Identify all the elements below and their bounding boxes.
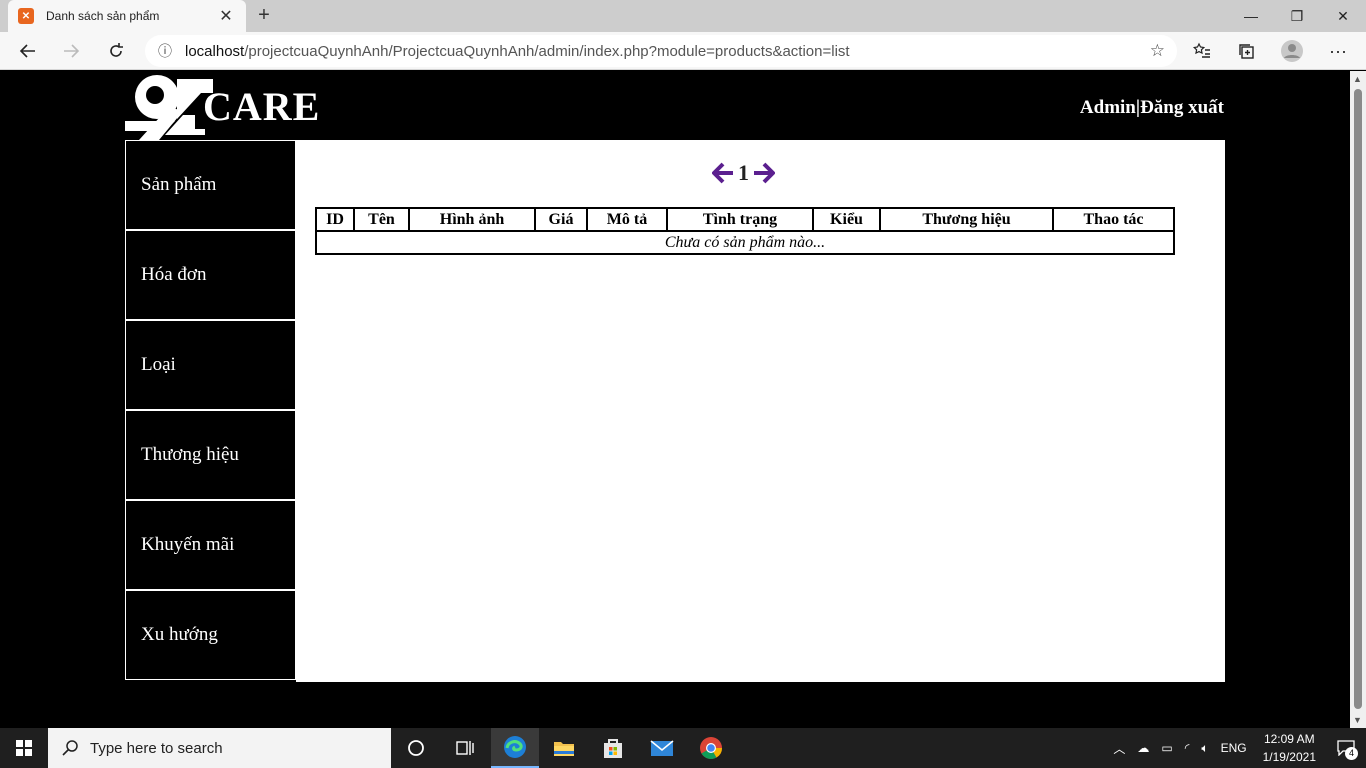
more-options-icon[interactable]: ··· xyxy=(1323,36,1353,66)
page: CARE Admin|Đăng xuất Sản phẩm Hóa đơn Lo… xyxy=(0,71,1350,728)
col-status: Tình trạng xyxy=(666,207,814,232)
windows-start-icon[interactable] xyxy=(0,728,48,768)
logo: CARE xyxy=(125,71,375,140)
admin-links: Admin|Đăng xuất xyxy=(1080,97,1224,119)
sidebar-item-khuyen-mai[interactable]: Khuyến mãi xyxy=(125,500,296,590)
scroll-down-icon[interactable]: ▼ xyxy=(1353,715,1362,725)
search-placeholder: Type here to search xyxy=(90,739,223,757)
notification-badge: 4 xyxy=(1345,747,1358,760)
page-scrollbar[interactable]: ▲ ▼ xyxy=(1350,71,1366,728)
col-image: Hình ảnh xyxy=(408,207,536,232)
current-page-number[interactable]: 1 xyxy=(738,160,749,186)
onedrive-cloud-icon[interactable]: ☁ xyxy=(1131,741,1155,755)
search-icon xyxy=(62,740,78,756)
refresh-icon[interactable] xyxy=(101,36,131,66)
col-price: Giá xyxy=(534,207,588,232)
sidebar-item-san-pham[interactable]: Sản phẩm xyxy=(125,140,296,230)
chrome-icon[interactable] xyxy=(687,728,735,768)
sidebar-item-loai[interactable]: Loại xyxy=(125,320,296,410)
forward-icon[interactable] xyxy=(56,36,86,66)
restore-icon[interactable]: ❐ xyxy=(1274,0,1320,32)
battery-icon[interactable]: ▭ xyxy=(1155,741,1178,755)
col-name: Tên xyxy=(353,207,410,232)
clock-date: 1/19/2021 xyxy=(1262,750,1316,764)
back-icon[interactable] xyxy=(13,36,43,66)
browser-tab-strip: ✕ Danh sách sản phẩm ✕ + — ❐ ✕ xyxy=(0,0,1366,32)
scroll-up-icon[interactable]: ▲ xyxy=(1353,74,1362,84)
new-tab-icon[interactable]: + xyxy=(254,3,274,29)
taskbar-search[interactable]: Type here to search xyxy=(48,728,391,768)
task-view-icon[interactable] xyxy=(440,728,488,768)
taskbar: Type here to search ︿ ☁ ▭ ◜ 🔈︎ ENG 12:09… xyxy=(0,728,1366,768)
favorite-star-icon[interactable]: ☆ xyxy=(1150,41,1165,61)
mail-icon[interactable] xyxy=(638,728,686,768)
arrow-right-icon[interactable] xyxy=(753,162,775,184)
address-bar[interactable]: ⓘ localhost/projectcuaQuynhAnh/Projectcu… xyxy=(145,35,1177,67)
products-table: ID Tên Hình ảnh Giá Mô tả Tình trạng Kiể… xyxy=(315,207,1175,255)
action-center-icon[interactable]: 4 xyxy=(1326,728,1366,768)
col-type: Kiểu xyxy=(812,207,881,232)
pagination: 1 xyxy=(712,160,775,186)
clock-time: 12:09 AM xyxy=(1263,732,1315,746)
svg-text:CARE: CARE xyxy=(203,84,320,129)
sidebar-item-xu-huong[interactable]: Xu hướng xyxy=(125,590,296,680)
chevron-up-icon[interactable]: ︿ xyxy=(1107,740,1131,757)
scrollbar-thumb[interactable] xyxy=(1354,89,1362,709)
wifi-icon[interactable]: ◜ xyxy=(1179,741,1196,755)
cortana-icon[interactable] xyxy=(392,728,440,768)
volume-icon[interactable]: 🔈︎ xyxy=(1195,741,1214,756)
col-brand: Thương hiệu xyxy=(879,207,1054,232)
url-text: localhost/projectcuaQuynhAnh/ProjectcuaQ… xyxy=(185,42,850,60)
favorites-list-icon[interactable] xyxy=(1187,36,1217,66)
empty-message: Chưa có sản phẩm nào... xyxy=(315,230,1175,255)
xampp-icon: ✕ xyxy=(18,8,34,24)
table-row: Chưa có sản phẩm nào... xyxy=(315,230,1175,255)
minimize-icon[interactable]: — xyxy=(1228,0,1274,32)
browser-tab[interactable]: ✕ Danh sách sản phẩm ✕ xyxy=(8,0,246,32)
main-content: 1 ID Tên Hình ảnh Giá Mô tả Tình trạng K… xyxy=(296,140,1225,682)
site-info-icon[interactable]: ⓘ xyxy=(145,41,185,61)
arrow-left-icon[interactable] xyxy=(712,162,734,184)
admin-link[interactable]: Admin xyxy=(1080,97,1136,118)
collections-icon[interactable] xyxy=(1232,36,1262,66)
sidebar-item-hoa-don[interactable]: Hóa đơn xyxy=(125,230,296,320)
close-tab-icon[interactable]: ✕ xyxy=(216,6,236,26)
profile-avatar-icon[interactable] xyxy=(1277,36,1307,66)
close-window-icon[interactable]: ✕ xyxy=(1320,0,1366,32)
window-controls: — ❐ ✕ xyxy=(1228,0,1366,32)
browser-toolbar: ⓘ localhost/projectcuaQuynhAnh/Projectcu… xyxy=(0,32,1366,70)
tab-title: Danh sách sản phẩm xyxy=(46,9,160,23)
table-header-row: ID Tên Hình ảnh Giá Mô tả Tình trạng Kiể… xyxy=(315,207,1175,232)
system-tray: ︿ ☁ ▭ ◜ 🔈︎ ENG 12:09 AM 1/19/2021 4 xyxy=(1107,728,1366,768)
edge-browser-icon[interactable] xyxy=(491,728,539,768)
logout-link[interactable]: Đăng xuất xyxy=(1140,97,1224,118)
clock[interactable]: 12:09 AM 1/19/2021 xyxy=(1253,730,1326,766)
sidebar-item-thuong-hieu[interactable]: Thương hiệu xyxy=(125,410,296,500)
col-actions: Thao tác xyxy=(1052,207,1175,232)
sidebar: Sản phẩm Hóa đơn Loại Thương hiệu Khuyến… xyxy=(125,140,296,680)
store-icon[interactable] xyxy=(589,728,637,768)
col-description: Mô tả xyxy=(586,207,668,232)
file-explorer-icon[interactable] xyxy=(540,728,588,768)
col-id: ID xyxy=(315,207,355,232)
language-indicator[interactable]: ENG xyxy=(1215,741,1253,755)
